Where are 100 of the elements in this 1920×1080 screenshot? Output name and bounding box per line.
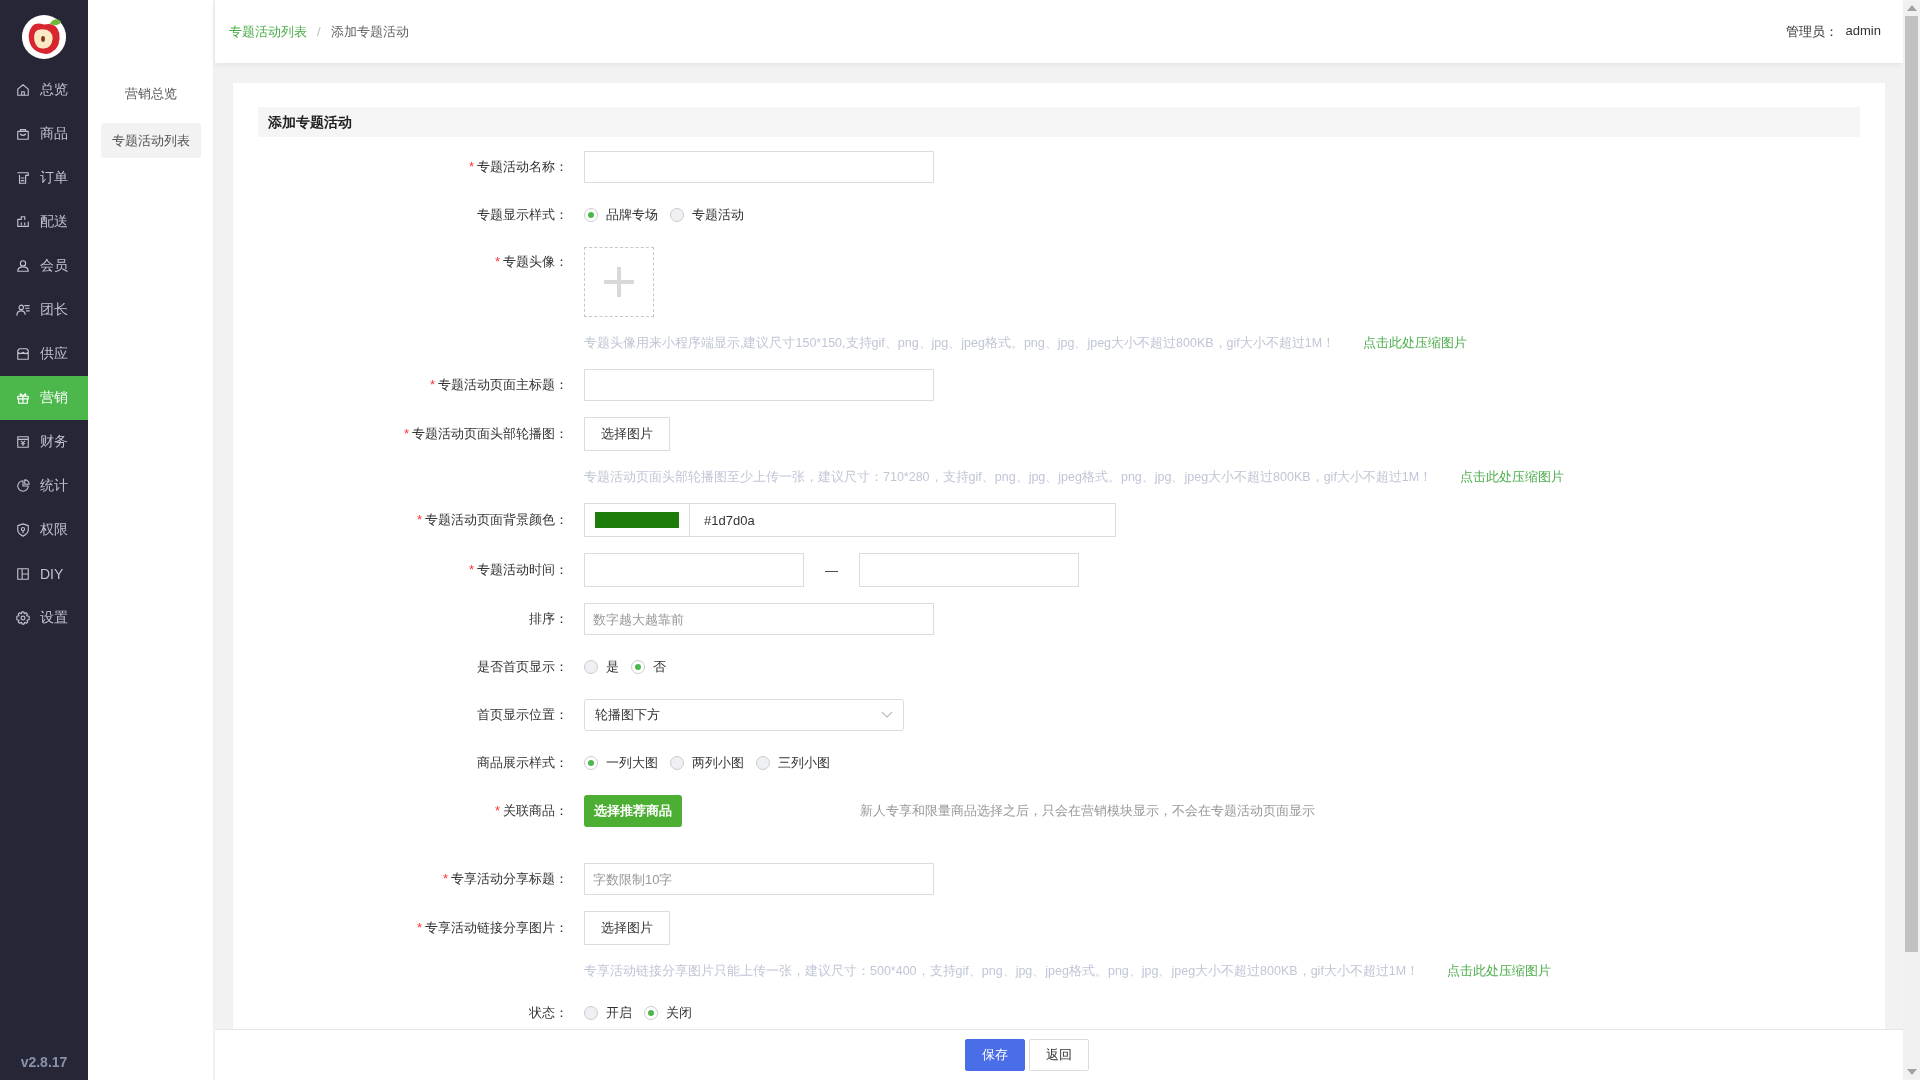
sidebar-item[interactable]: 财务 (0, 420, 88, 464)
sidebar-item[interactable]: 团长 (0, 288, 88, 332)
radio-label: 是 (606, 658, 619, 676)
sidebar-item-label: 总览 (40, 81, 68, 99)
radio-button[interactable] (584, 208, 598, 222)
gift-icon (16, 391, 30, 405)
required-mark: * (442, 871, 448, 886)
radio-button[interactable] (644, 1006, 658, 1020)
radio-button[interactable] (756, 756, 770, 770)
shield-icon (16, 523, 30, 537)
required-mark: * (468, 562, 474, 577)
back-button[interactable]: 返回 (1029, 1039, 1089, 1071)
bag-icon (16, 127, 30, 141)
field-label: 商品展示样式： (477, 755, 568, 770)
sidebar-item[interactable]: 统计 (0, 464, 88, 508)
field-label: 状态： (529, 1005, 568, 1020)
ledger-icon (16, 435, 30, 449)
field-label: 专题显示样式： (477, 207, 568, 222)
scroll-thumb[interactable] (1905, 16, 1918, 952)
choose-image-button[interactable]: 选择图片 (584, 417, 670, 451)
color-swatch[interactable] (595, 512, 679, 528)
sidebar-item[interactable]: 商品 (0, 112, 88, 156)
radio-button[interactable] (670, 208, 684, 222)
pie-chart-icon (16, 479, 30, 493)
radio-label: 关闭 (666, 1004, 692, 1022)
sidebar-item[interactable]: 会员 (0, 244, 88, 288)
end-date-field[interactable] (859, 553, 1079, 587)
choose-image-button[interactable]: 选择图片 (584, 911, 670, 945)
subnav-item[interactable]: 营销总览 (113, 76, 188, 111)
radio-button[interactable] (670, 756, 684, 770)
plus-icon (604, 267, 634, 297)
sidebar-item[interactable]: 权限 (0, 508, 88, 552)
sidebar-item-label: 商品 (40, 125, 68, 143)
hint-text: 专题头像用来小程序端显示,建议尺寸150*150,支持gif、png、jpg、jpeg格式。png、jpg、jpeg大小不超过800KB，gif大小不超过1M！ (584, 335, 1336, 352)
range-separator: — (824, 562, 839, 578)
sidebar-item-label: 权限 (40, 521, 68, 539)
user-list-icon (16, 303, 30, 317)
chevron-down-icon (881, 711, 893, 719)
sidebar-item-label: 配送 (40, 213, 68, 231)
required-mark: * (429, 377, 435, 392)
field-label: 专题活动名称： (477, 159, 568, 174)
radio-label: 开启 (606, 1004, 632, 1022)
radio-button[interactable] (584, 1006, 598, 1020)
field-label: 专题活动页面背景颜色： (425, 512, 568, 527)
sidebar-item[interactable]: 订单 (0, 156, 88, 200)
sidebar-item-label: 团长 (40, 301, 68, 319)
version-label: v2.8.17 (20, 1054, 68, 1070)
required-mark: * (494, 254, 500, 269)
radio-label: 一列大图 (606, 754, 658, 772)
apple-logo[interactable] (21, 14, 67, 60)
field-label: 专题头像： (503, 254, 568, 269)
arrow-up-icon[interactable] (1906, 5, 1917, 11)
field-label: 排序： (529, 611, 568, 626)
sidebar-item[interactable]: 配送 (0, 200, 88, 244)
subnav-item[interactable]: 专题活动列表 (100, 123, 201, 158)
section-title: 添加专题活动 (258, 107, 1860, 137)
field-label: 专题活动页面头部轮播图： (412, 426, 568, 441)
note-text: 新人专享和限量商品选择之后，只会在营销模块显示，不会在专题活动页面显示 (860, 802, 1315, 820)
shop-icon (16, 347, 30, 361)
save-button[interactable]: 保存 (965, 1039, 1025, 1071)
radio-button[interactable] (631, 660, 645, 674)
text-field[interactable] (584, 369, 934, 401)
text-field[interactable]: 数字越大越靠前 (584, 603, 934, 635)
field-label: 专题活动时间： (477, 562, 568, 577)
sidebar-item[interactable]: DIY (0, 552, 88, 596)
required-mark: * (416, 512, 422, 527)
radio-label: 品牌专场 (606, 206, 658, 224)
breadcrumb-separator: / (317, 24, 321, 39)
color-picker-field[interactable]: #1d7d0a (584, 503, 1116, 537)
user-icon (16, 259, 30, 273)
sidebar-item-label: 设置 (40, 609, 68, 627)
arrow-down-icon[interactable] (1906, 1069, 1917, 1075)
radio-label: 否 (653, 658, 666, 676)
sidebar-item[interactable]: 总览 (0, 68, 88, 112)
sidebar-item-label: 营销 (40, 389, 68, 407)
required-mark: * (468, 159, 474, 174)
text-field[interactable] (584, 151, 934, 183)
layout-icon (16, 567, 30, 581)
radio-button[interactable] (584, 660, 598, 674)
position-select[interactable]: 轮播图下方 (584, 699, 904, 731)
sidebar-item-label: 订单 (40, 169, 68, 187)
sidebar-item[interactable]: 设置 (0, 596, 88, 640)
field-label: 是否首页显示： (477, 659, 568, 674)
sidebar-item-label: 统计 (40, 477, 68, 495)
required-mark: * (494, 803, 500, 818)
sidebar-item-label: 会员 (40, 257, 68, 275)
image-upload-field[interactable] (584, 247, 654, 317)
radio-button[interactable] (584, 756, 598, 770)
required-mark: * (403, 426, 409, 441)
field-label: 专享活动链接分享图片： (425, 920, 568, 935)
box-icon (16, 215, 30, 229)
text-field[interactable]: 字数限制10字 (584, 863, 934, 895)
home-icon (16, 83, 30, 97)
scrollbar[interactable] (1903, 0, 1920, 1080)
settings-icon (16, 611, 30, 625)
start-date-field[interactable] (584, 553, 804, 587)
receipt-icon (16, 171, 30, 185)
sidebar-item[interactable]: 供应 (0, 332, 88, 376)
field-label: 关联商品： (503, 803, 568, 818)
breadcrumb-current: 添加专题活动 (330, 22, 409, 41)
